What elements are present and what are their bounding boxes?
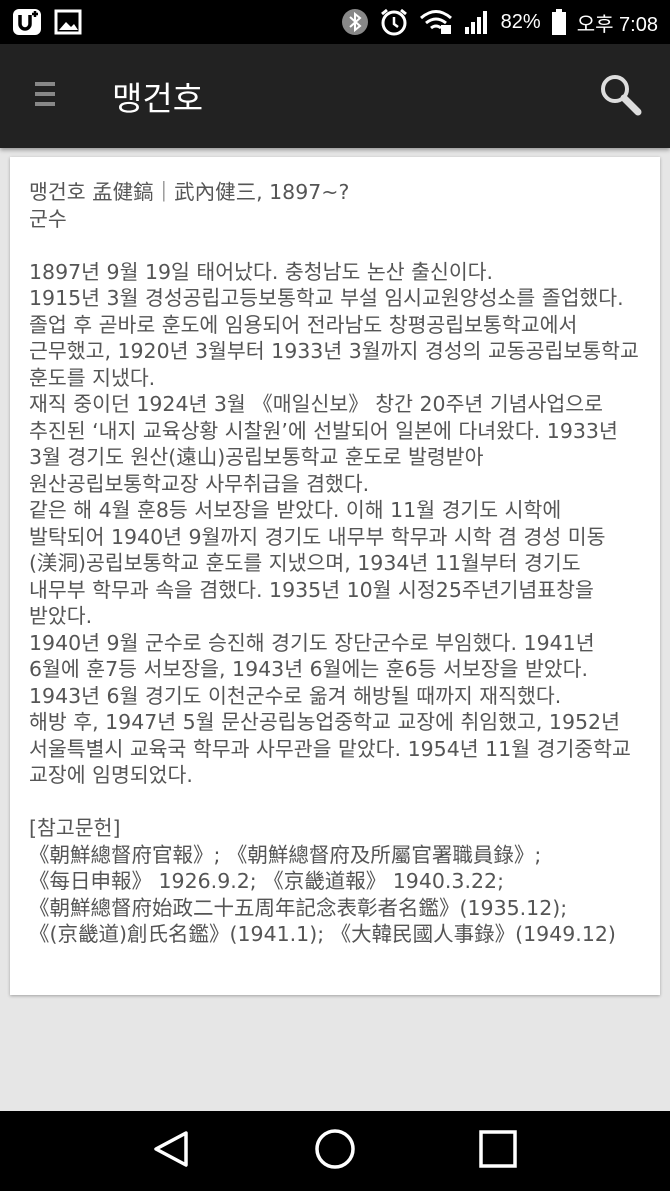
home-icon xyxy=(314,1128,356,1174)
recents-icon xyxy=(478,1129,518,1173)
recents-button[interactable] xyxy=(453,1111,543,1191)
bluetooth-icon xyxy=(341,8,369,36)
search-icon xyxy=(598,72,642,120)
search-button[interactable] xyxy=(580,44,660,148)
article-paragraph: 같은 해 4월 훈8등 서보장을 받았다. 이해 11월 경기도 시학에 발탁되… xyxy=(29,498,606,628)
article-paragraph: 1897년 9월 19일 태어났다. 충청남도 논산 출신이다. xyxy=(29,259,494,284)
status-time: 오후 7:08 xyxy=(576,13,658,36)
battery-percent: 82% xyxy=(500,10,541,33)
app-title: 맹건호 xyxy=(112,79,204,118)
menu-button[interactable] xyxy=(10,44,80,148)
alarm-icon xyxy=(379,7,409,37)
u-plus-icon xyxy=(12,8,42,36)
references-title: [참고문헌] xyxy=(29,816,121,840)
navigation-bar xyxy=(0,1111,670,1191)
image-icon xyxy=(54,9,82,35)
status-left xyxy=(12,8,82,36)
menu-icon xyxy=(33,79,57,113)
back-icon xyxy=(152,1129,192,1173)
article-header-position: 군수 xyxy=(29,206,67,231)
article-paragraph: 1940년 9월 군수로 승진해 경기도 장단군수로 부임했다. 1941년 6… xyxy=(29,630,595,708)
article-paragraph: 해방 후, 1947년 5월 문산공립농업중학교 교장에 취임했고, 1952년… xyxy=(29,710,631,787)
home-button[interactable] xyxy=(290,1111,380,1191)
back-button[interactable] xyxy=(127,1111,217,1191)
wifi-icon xyxy=(419,8,453,36)
article-card: 맹건호 孟健鎬｜武內健三, 1897~? 군수 1897년 9월 19일 태어났… xyxy=(10,157,660,995)
signal-icon xyxy=(463,9,491,35)
article-header-name: 맹건호 孟健鎬｜武內健三, 1897~? xyxy=(29,180,350,204)
references-list: 《朝鮮總督府官報》; 《朝鮮總督府及所屬官署職員錄》; 《每日申報》 1926.… xyxy=(29,842,616,947)
article-paragraph: 재직 중이던 1924년 3월 《매일신보》 창간 20주년 기념사업으로 추진… xyxy=(29,392,618,496)
battery-icon xyxy=(551,8,567,36)
article-paragraph: 1915년 3월 경성공립고등보통학교 부설 임시교원양성소를 졸업했다. 졸업… xyxy=(29,286,639,390)
status-right: 82% 오후 7:08 xyxy=(341,7,658,37)
status-bar: 82% 오후 7:08 xyxy=(0,0,670,44)
app-bar: 맹건호 xyxy=(0,44,670,148)
